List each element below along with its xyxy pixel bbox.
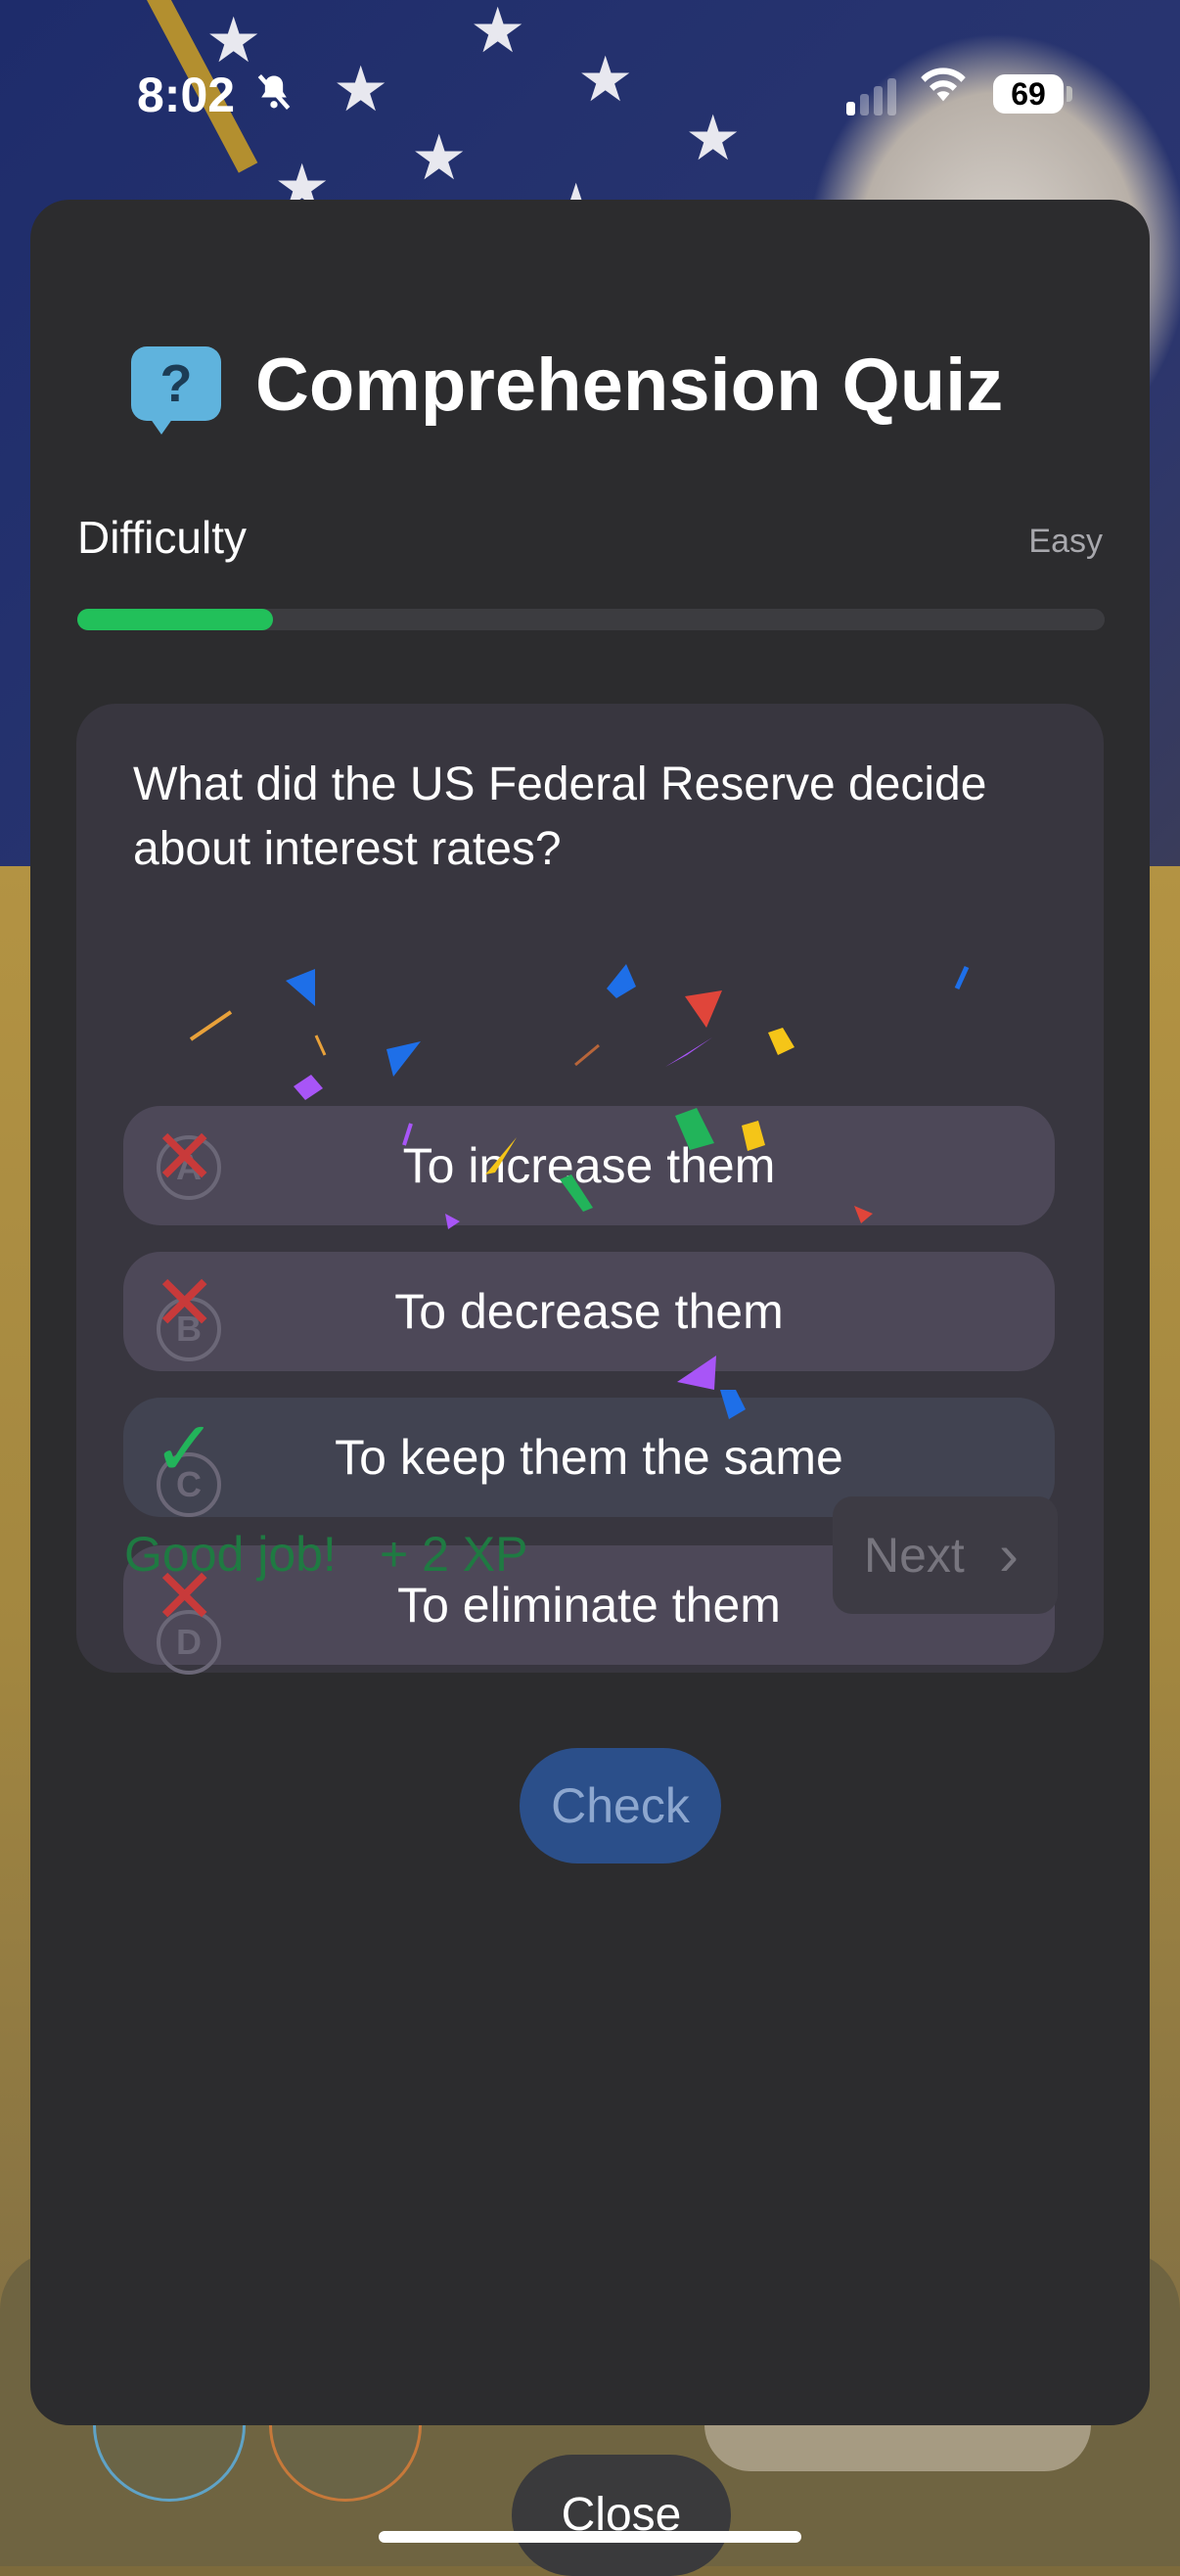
answer-option-a[interactable]: A ✕ To increase them <box>123 1106 1055 1225</box>
bell-slash-icon <box>252 70 295 123</box>
answer-option-b[interactable]: B ✕ To decrease them <box>123 1252 1055 1371</box>
next-button[interactable]: Next › <box>833 1496 1058 1614</box>
battery-nub <box>1067 86 1072 102</box>
option-label: To increase them <box>402 1138 776 1193</box>
chevron-right-icon: › <box>999 1522 1019 1587</box>
quiz-modal: ? Comprehension Quiz Difficulty Easy Wha… <box>30 200 1150 2576</box>
home-indicator <box>379 2531 801 2543</box>
question-text: What did the US Federal Reserve decide a… <box>133 759 987 875</box>
difficulty-label: Difficulty <box>77 512 247 563</box>
question-bubble-tail <box>148 415 175 435</box>
status-bar: 8:02 69 <box>0 0 1180 186</box>
feedback-text: Good job! <box>124 1527 337 1582</box>
page-title: Comprehension Quiz <box>255 344 1004 427</box>
wifi-icon <box>918 63 969 116</box>
cellular-signal-icon <box>846 78 901 115</box>
check-button[interactable]: Check <box>520 1748 721 1863</box>
battery-icon: 69 <box>993 74 1064 114</box>
option-label: To decrease them <box>394 1284 784 1339</box>
difficulty-progress-bar <box>77 609 1105 630</box>
question-bubble-icon: ? <box>131 346 221 421</box>
modal-header: ? Comprehension Quiz <box>30 337 1150 454</box>
close-button[interactable]: Close <box>512 2455 731 2576</box>
xp-reward: + 2 XP <box>380 1527 528 1582</box>
difficulty-progress-fill <box>77 609 273 630</box>
status-time: 8:02 <box>137 68 236 122</box>
difficulty-value: Easy <box>1028 523 1103 560</box>
next-label: Next <box>864 1528 965 1583</box>
